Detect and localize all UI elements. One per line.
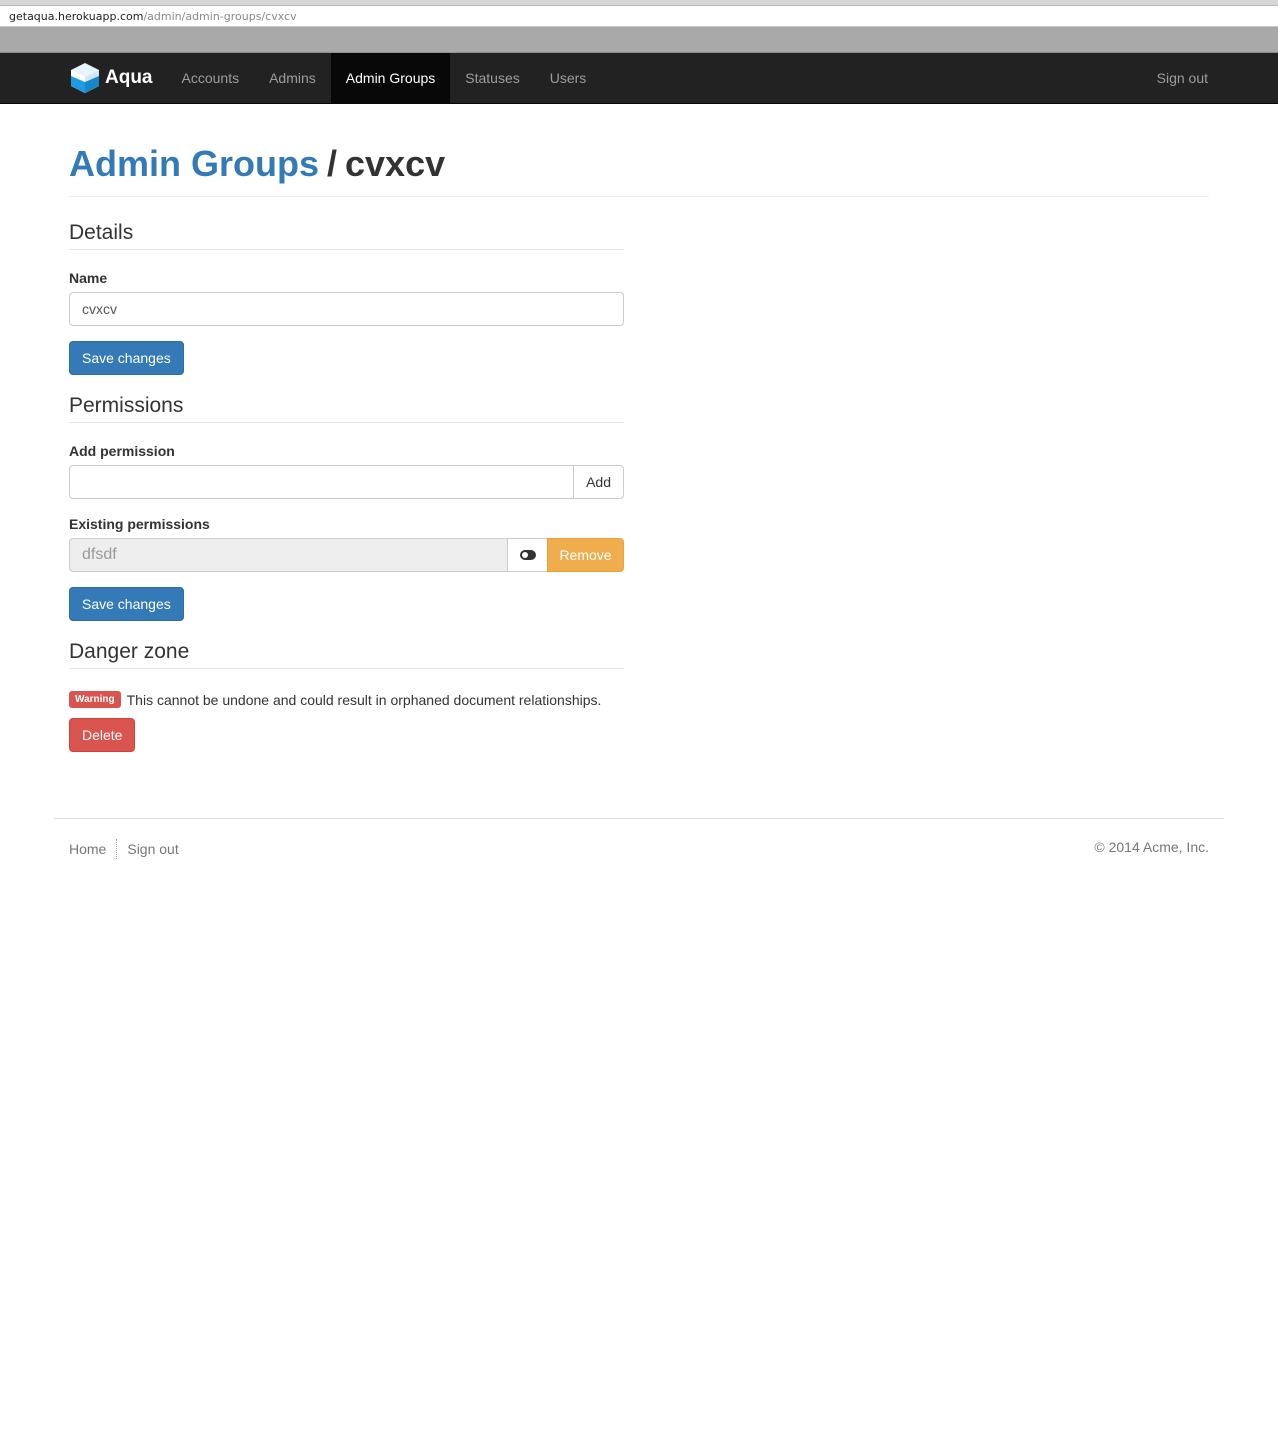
permissions-save-button[interactable]: Save changes	[69, 587, 184, 621]
nav-users[interactable]: Users	[535, 53, 602, 103]
nav-sign-out[interactable]: Sign out	[1142, 53, 1223, 103]
name-field[interactable]	[69, 292, 624, 326]
existing-permissions-label: Existing permissions	[69, 516, 210, 532]
details-legend: Details	[69, 221, 624, 250]
permissions-legend: Permissions	[69, 394, 624, 423]
add-permission-label: Add permission	[69, 443, 175, 459]
breadcrumb-admin-groups[interactable]: Admin Groups	[69, 143, 319, 184]
address-bar[interactable]: getaqua.herokuapp.com/admin/admin-groups…	[0, 6, 1278, 27]
warning-line: Warning This cannot be undone and could …	[69, 691, 624, 708]
danger-section: Danger zone Warning This cannot be undon…	[69, 640, 624, 752]
add-permission-button[interactable]: Add	[573, 465, 624, 499]
page-header: Admin Groups / cvxcv	[69, 142, 1209, 197]
breadcrumb-separator: /	[327, 143, 338, 184]
nav-admin-groups[interactable]: Admin Groups	[330, 53, 451, 103]
page-title: Admin Groups / cvxcv	[69, 142, 1209, 186]
breadcrumb-current: cvxcv	[345, 143, 446, 184]
main-nav: Accounts Admins Admin Groups Statuses Us…	[167, 53, 602, 103]
aqua-cube-icon	[71, 63, 99, 93]
warning-message: This cannot be undone and could result i…	[126, 691, 602, 708]
permission-row: Remove	[69, 538, 624, 572]
nav-right: Sign out	[1142, 53, 1223, 103]
footer-divider	[116, 839, 118, 859]
url-host: getaqua.herokuapp.com	[9, 9, 144, 23]
warning-badge: Warning	[69, 691, 121, 708]
brand-link[interactable]: Aqua	[70, 53, 153, 103]
permissions-section: Permissions Add permission Add Existing …	[69, 394, 624, 621]
name-label: Name	[69, 270, 108, 286]
footer-sign-out-link[interactable]: Sign out	[127, 841, 178, 857]
permission-remove-button[interactable]: Remove	[547, 538, 624, 572]
main-content: Admin Groups/cvxcv Details Name Save cha…	[0, 142, 1278, 752]
delete-button[interactable]: Delete	[69, 718, 136, 752]
top-navbar: Aqua Accounts Admins Admin Groups Status…	[0, 53, 1278, 104]
add-permission-group: Add	[69, 465, 624, 499]
permission-name-field	[69, 538, 508, 572]
browser-tab-strip	[0, 27, 1278, 53]
toggle-icon	[519, 550, 536, 560]
danger-legend: Danger zone	[69, 640, 624, 669]
footer-links: Home Sign out	[69, 839, 179, 859]
details-section: Details Name Save changes	[69, 221, 624, 375]
nav-statuses[interactable]: Statuses	[450, 53, 534, 103]
url-path: /admin/admin-groups/cvxcv	[143, 9, 297, 23]
details-save-button[interactable]: Save changes	[69, 341, 184, 375]
add-permission-input[interactable]	[69, 465, 575, 499]
footer-home-link[interactable]: Home	[69, 841, 106, 857]
permission-toggle-button[interactable]	[507, 538, 548, 572]
nav-admins[interactable]: Admins	[254, 53, 331, 103]
footer-copyright: © 2014 Acme, Inc.	[1094, 839, 1209, 855]
brand-name: Aqua	[105, 67, 153, 88]
page-footer: Home Sign out © 2014 Acme, Inc.	[54, 818, 1224, 879]
nav-accounts[interactable]: Accounts	[167, 53, 255, 103]
